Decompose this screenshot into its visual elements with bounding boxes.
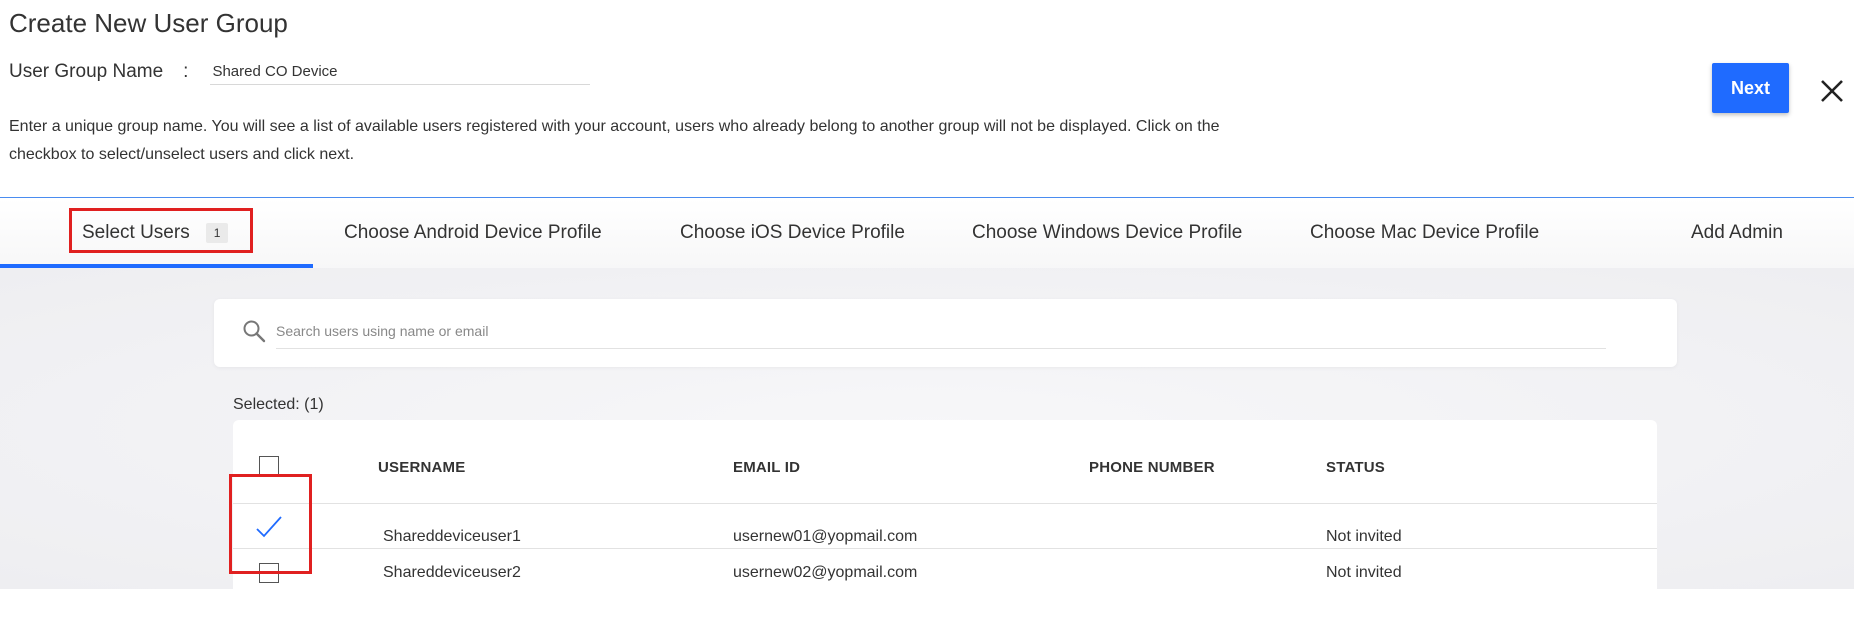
tab-choose-android-device-profile[interactable]: Choose Android Device Profile <box>344 198 602 268</box>
search-input[interactable] <box>276 314 1606 349</box>
users-table: USERNAME EMAIL ID PHONE NUMBER STATUS Sh… <box>233 420 1657 620</box>
column-header-phone: PHONE NUMBER <box>1089 459 1215 476</box>
close-icon[interactable] <box>1819 78 1845 104</box>
column-header-email: EMAIL ID <box>733 459 801 476</box>
tab-label: Choose iOS Device Profile <box>680 222 905 243</box>
status-cell: Not invited <box>1326 528 1402 545</box>
tab-choose-mac-device-profile[interactable]: Choose Mac Device Profile <box>1310 198 1539 268</box>
username-cell: Shareddeviceuser2 <box>383 564 521 581</box>
tab-choose-ios-device-profile[interactable]: Choose iOS Device Profile <box>680 198 905 268</box>
search-icon <box>243 320 266 343</box>
page-title: Create New User Group <box>9 8 288 38</box>
tab-label: Add Admin <box>1691 222 1783 243</box>
selected-count: Selected: (1) <box>233 396 324 413</box>
tab-select-users[interactable]: Select Users 1 <box>82 198 229 268</box>
tab-label: Choose Android Device Profile <box>344 222 602 243</box>
next-button[interactable]: Next <box>1712 63 1789 113</box>
tab-label: Choose Windows Device Profile <box>972 222 1243 243</box>
group-name-label: User Group Name <box>9 60 164 82</box>
checkmark-icon[interactable] <box>254 514 284 540</box>
instructions-text: Enter a unique group name. You will see … <box>9 118 1220 163</box>
group-name-input[interactable] <box>210 58 591 85</box>
tab-count-badge: 1 <box>205 223 229 243</box>
main-content: Selected: (1) USERNAME EMAIL ID PHONE NU… <box>0 268 1854 620</box>
row-divider <box>233 503 1657 504</box>
status-cell: Not invited <box>1326 564 1402 581</box>
tab-bar: Select Users 1 Choose Android Device Pro… <box>0 197 1854 269</box>
column-header-status: STATUS <box>1326 459 1385 476</box>
row-checkbox[interactable] <box>259 563 279 583</box>
tab-label: Select Users <box>82 222 190 243</box>
tab-label: Choose Mac Device Profile <box>1310 222 1540 243</box>
tab-add-admin[interactable]: Add Admin <box>1691 198 1783 268</box>
row-divider <box>233 548 1657 549</box>
select-all-checkbox[interactable] <box>259 456 279 476</box>
group-name-separator: : <box>183 60 189 82</box>
email-cell: usernew02@yopmail.com <box>733 564 918 581</box>
search-card <box>214 299 1677 367</box>
email-cell: usernew01@yopmail.com <box>733 528 918 545</box>
username-cell: Shareddeviceuser1 <box>383 528 521 545</box>
group-name-row: User Group Name : <box>9 58 591 85</box>
tab-choose-windows-device-profile[interactable]: Choose Windows Device Profile <box>972 198 1242 268</box>
column-header-username: USERNAME <box>378 459 466 476</box>
